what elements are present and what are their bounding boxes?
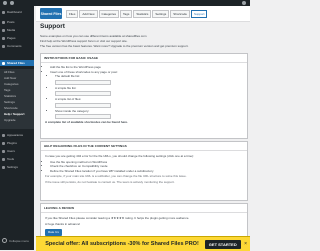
- help-lead: In case you are getting 404 error for th…: [45, 154, 194, 158]
- admin-sidebar: Dashboard Posts Media Pages Comments Sha…: [0, 6, 34, 250]
- dashboard-icon: [2, 10, 5, 14]
- help-para: If the issue still persists, do not hesi…: [45, 179, 175, 184]
- submenu-statistics[interactable]: Statistics: [4, 95, 16, 98]
- collapse-icon: [2, 238, 7, 243]
- tab-statistics[interactable]: Statistics: [133, 10, 152, 18]
- shared-files-submenu: All Files Add New Categories Tags Statis…: [0, 69, 34, 129]
- sidebar-item-settings[interactable]: Settings: [0, 164, 34, 170]
- submenu-settings[interactable]: Settings: [4, 101, 15, 104]
- review-heading: Leaving a review: [41, 204, 247, 213]
- sidebar-item-media[interactable]: Media: [0, 27, 34, 33]
- rate-us-button[interactable]: Rate Us: [45, 229, 62, 236]
- review-text: If you like Shared Files please consider…: [45, 216, 190, 220]
- instructions-heading: Instructions for basic usage: [41, 54, 247, 63]
- comments-icon: [2, 44, 5, 48]
- sidebar-item-posts[interactable]: Posts: [0, 19, 34, 25]
- get-started-button[interactable]: GET STARTED: [204, 239, 241, 249]
- sidebar-item-tools[interactable]: Tools: [0, 156, 34, 162]
- list-item: Show inside the category:: [55, 109, 243, 114]
- plugin-header: Shared Files Files Add New Categories Ta…: [36, 6, 250, 22]
- tools-icon: [2, 157, 5, 161]
- tab-shortcode[interactable]: Shortcode: [170, 10, 190, 18]
- tab-categories[interactable]: Categories: [98, 10, 120, 18]
- sidebar-item-appearance[interactable]: Appearance: [0, 132, 34, 138]
- plugin-tabs: Files Add New Categories Tags Statistics…: [66, 10, 208, 18]
- list-item: A simple list of files:: [55, 97, 243, 102]
- submenu-tags[interactable]: Tags: [4, 89, 10, 92]
- help-box: Help regarding files in the current sett…: [40, 141, 248, 201]
- shortcode-field[interactable]: [55, 114, 111, 119]
- tab-tags[interactable]: Tags: [120, 10, 133, 18]
- list-item: A simple file list:: [55, 86, 243, 91]
- submenu-help-support[interactable]: Help / Support: [4, 113, 25, 116]
- user-avatar-icon[interactable]: [242, 1, 246, 5]
- submenu-upgrade[interactable]: Upgrade: [4, 119, 16, 122]
- tab-settings[interactable]: Settings: [152, 10, 170, 18]
- shortcode-field[interactable]: [55, 102, 111, 108]
- sidebar-item-dashboard[interactable]: Dashboard: [0, 9, 34, 15]
- instructions-footer: A complete list of available shortcodes …: [45, 120, 128, 124]
- users-icon: [2, 149, 5, 153]
- tab-add-new[interactable]: Add New: [79, 10, 98, 18]
- instructions-box: Instructions for basic usage Add the fil…: [40, 53, 248, 139]
- collapse-menu[interactable]: Collapse menu: [2, 238, 29, 243]
- list-item: Define the Shared Files location if you …: [50, 169, 243, 174]
- media-icon: [2, 28, 5, 32]
- pages-icon: [2, 36, 5, 40]
- intro-text: Some examples on how you can use differe…: [40, 34, 246, 49]
- home-icon[interactable]: [10, 1, 14, 5]
- submenu-categories[interactable]: Categories: [4, 83, 19, 86]
- sidebar-item-comments[interactable]: Comments: [0, 43, 34, 49]
- intro-line: The free version has the basic features.…: [40, 44, 189, 48]
- sidebar-item-pages[interactable]: Pages: [0, 35, 34, 41]
- appearance-icon: [2, 133, 5, 137]
- shortcode-field[interactable]: [55, 79, 111, 85]
- submenu-shortcode[interactable]: Shortcode: [4, 107, 18, 110]
- review-box: Leaving a review If you like Shared File…: [40, 203, 248, 238]
- submenu-add-new[interactable]: Add New: [4, 77, 16, 80]
- submenu-all-files[interactable]: All Files: [4, 71, 15, 74]
- shortcode-field[interactable]: [55, 91, 111, 96]
- wordpress-logo-icon[interactable]: [3, 1, 7, 5]
- promo-text: Special offer: All subscriptions -30% fo…: [45, 241, 199, 247]
- tab-support[interactable]: Support: [190, 10, 208, 18]
- sidebar-item-plugins[interactable]: Plugins: [0, 140, 34, 146]
- list-item: The default file list:: [55, 74, 243, 79]
- help-para: For example, if your main site URL is a …: [45, 174, 187, 178]
- promo-banner: Special offer: All subscriptions -30% fo…: [36, 236, 250, 251]
- plugin-logo: Shared Files: [40, 8, 62, 19]
- sidebar-item-shared-files[interactable]: Shared Files: [0, 60, 34, 66]
- sidebar-item-users[interactable]: Users: [0, 148, 34, 154]
- plugins-icon: [2, 141, 5, 145]
- close-icon[interactable]: ×: [244, 241, 247, 247]
- settings-icon: [2, 165, 5, 169]
- help-heading: Help regarding files in the current sett…: [41, 142, 247, 151]
- page-title: Support: [40, 23, 65, 30]
- review-thanks: A huge thanks in advance!: [45, 221, 81, 226]
- main-content: Shared Files Files Add New Categories Ta…: [36, 6, 250, 250]
- shared-files-icon: [2, 61, 5, 65]
- posts-icon: [2, 20, 5, 24]
- tab-files[interactable]: Files: [66, 10, 79, 18]
